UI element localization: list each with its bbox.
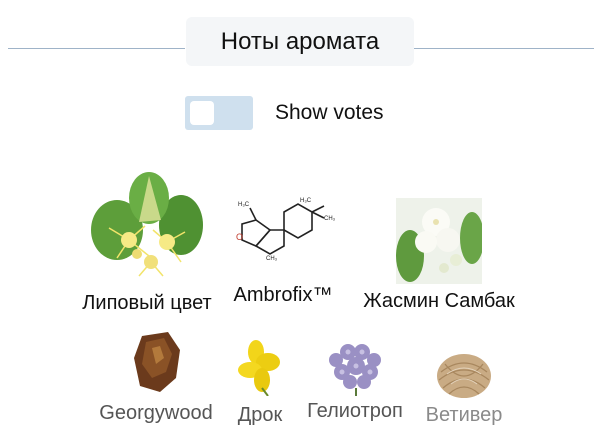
note-vetiver[interactable]: Ветивер [418,344,510,427]
jasmine-sambac-icon [396,198,482,284]
svg-text:H₃C: H₃C [300,198,312,204]
svg-text:CH₃: CH₃ [266,256,278,262]
note-name: Гелиотроп [307,400,403,422]
note-name: Жасмин Самбак [363,290,515,312]
linden-blossom-icon [91,172,203,277]
svg-text:H₃C: H₃C [238,202,250,208]
show-votes-toggle[interactable] [185,96,253,130]
note-heliotrope[interactable]: Гелиотроп [298,340,412,423]
note-jasmine-sambac[interactable]: Жасмин Самбак [348,198,530,313]
toggle-knob [190,101,214,125]
heliotrope-flower-icon [329,344,381,396]
note-name: Ambrofix™ [233,284,333,306]
georgywood-resin-icon [134,332,180,392]
note-name: Ветивер [425,404,503,426]
note-gorse[interactable]: Дрок [228,338,292,427]
section-title: Ноты аромата [220,27,380,55]
section-title-box: Ноты аромата [186,17,414,66]
show-votes-label[interactable]: Show votes [275,101,384,125]
note-name: Дрок [237,404,283,426]
header-rule-left [8,48,185,49]
svg-text:O: O [236,232,243,242]
note-georgywood[interactable]: Georgywood [88,328,224,425]
note-name: Липовый цвет [82,292,212,314]
ambrofix-molecule-icon: O H₃C H₃C CH₃ CH₃ [236,198,336,262]
svg-text:CH₃: CH₃ [324,216,336,222]
note-ambrofix[interactable]: O H₃C H₃C CH₃ CH₃ Ambrofix™ [228,196,338,307]
vetiver-root-icon [437,354,491,398]
gorse-flower-icon [238,340,280,396]
note-linden-blossom[interactable]: Липовый цвет [72,170,222,315]
header-rule-right [414,48,594,49]
note-name: Georgywood [99,402,213,424]
